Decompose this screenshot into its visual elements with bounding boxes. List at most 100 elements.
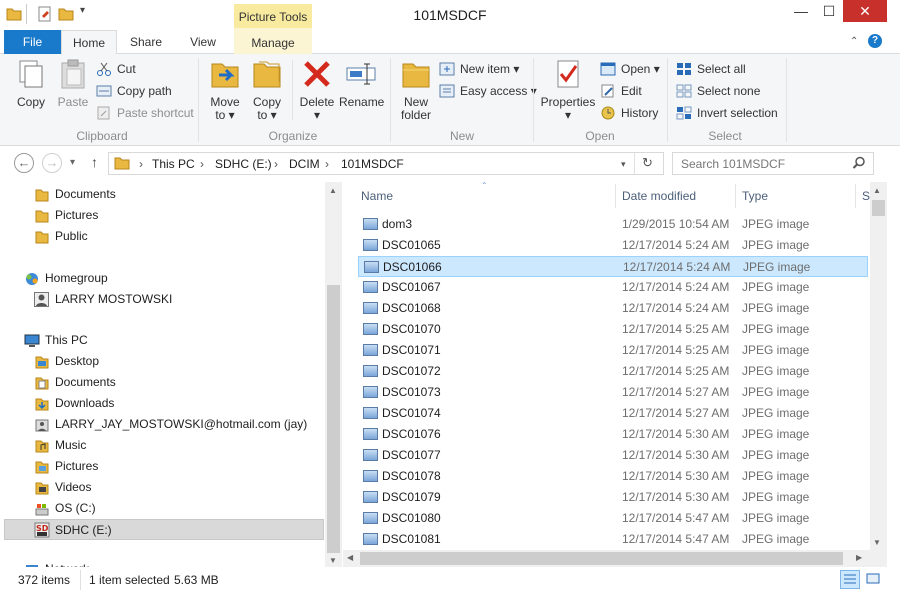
table-row[interactable]: DSC01080 12/17/2014 5:47 AM JPEG image (358, 508, 868, 529)
details-view-button[interactable] (840, 570, 860, 589)
table-row[interactable]: DSC01074 12/17/2014 5:27 AM JPEG image (358, 403, 868, 424)
up-button[interactable]: ↑ (91, 154, 98, 170)
table-row[interactable]: DSC01072 12/17/2014 5:25 AM JPEG image (358, 361, 868, 382)
invert-selection-button[interactable]: Invert selection (676, 104, 778, 124)
nav-item-documents[interactable]: Documents (0, 184, 325, 205)
details-view-icon (844, 574, 856, 584)
history-button[interactable]: History (600, 104, 658, 124)
scroll-right-arrow[interactable]: ▶ (856, 553, 862, 562)
scroll-up-arrow[interactable]: ▲ (329, 186, 337, 195)
tab-file[interactable]: File (4, 30, 61, 54)
nav-item-pictures-pc[interactable]: Pictures (0, 456, 325, 477)
table-row[interactable]: DSC01068 12/17/2014 5:24 AM JPEG image (358, 298, 868, 319)
scroll-left-arrow[interactable]: ◀ (347, 553, 353, 562)
edit-button[interactable]: Edit (600, 82, 642, 102)
scroll-down-arrow[interactable]: ▼ (873, 538, 881, 547)
easy-access-button[interactable]: Easy access ▾ (439, 82, 537, 102)
nav-scrollbar-thumb[interactable] (327, 285, 340, 553)
nav-item-larry-mostowski[interactable]: LARRY MOSTOWSKI (0, 289, 325, 310)
column-divider[interactable] (855, 184, 856, 208)
nav-item-desktop[interactable]: Desktop (0, 351, 325, 372)
search-icon[interactable] (852, 156, 866, 173)
scroll-down-arrow[interactable]: ▼ (329, 556, 337, 565)
nav-item-pictures[interactable]: Pictures (0, 205, 325, 226)
nav-item-homegroup[interactable]: Homegroup (0, 268, 325, 289)
close-button[interactable]: ✕ (843, 0, 887, 22)
table-row[interactable]: DSC01067 12/17/2014 5:24 AM JPEG image (358, 277, 868, 298)
paste-shortcut-button[interactable]: Paste shortcut (96, 104, 194, 124)
column-header-type[interactable]: Type (742, 189, 768, 203)
copy-path-button[interactable]: Copy path (96, 82, 172, 102)
nav-item-os-c[interactable]: OS (C:) (0, 498, 325, 519)
breadcrumb-separator[interactable]: › (200, 157, 204, 171)
table-row[interactable]: DSC01066 12/17/2014 5:24 AM JPEG image (358, 256, 868, 277)
file-list-scrollbar-thumb[interactable] (872, 200, 885, 216)
breadcrumb-dcim[interactable]: DCIM (289, 157, 320, 171)
new-item-button[interactable]: New item ▾ (439, 60, 519, 80)
copy-to-button[interactable]: Copy to ▾ (247, 58, 287, 122)
nav-item-label: LARRY_JAY_MOSTOWSKI@hotmail.com (jay) (55, 417, 308, 431)
horizontal-scrollbar-thumb[interactable] (360, 552, 843, 565)
nav-item-videos[interactable]: Videos (0, 477, 325, 498)
nav-item-music[interactable]: Music (0, 435, 325, 456)
column-divider[interactable] (735, 184, 736, 208)
rename-button[interactable]: Rename (339, 58, 384, 109)
breadcrumb-separator[interactable]: › (139, 157, 143, 171)
table-row[interactable]: DSC01077 12/17/2014 5:30 AM JPEG image (358, 445, 868, 466)
column-header-name[interactable]: Name (361, 189, 393, 203)
table-row[interactable]: DSC01081 12/17/2014 5:47 AM JPEG image (358, 529, 868, 550)
large-icons-view-button[interactable] (864, 570, 884, 589)
table-row[interactable]: DSC01076 12/17/2014 5:30 AM JPEG image (358, 424, 868, 445)
properties-button[interactable]: Properties ▾ (539, 58, 597, 122)
nav-item-sdhc-e[interactable]: SD SDHC (E:) (4, 519, 324, 540)
paste-button[interactable]: Paste (54, 58, 92, 109)
file-list-scrollbar[interactable] (870, 182, 887, 550)
select-all-button[interactable]: Select all (676, 60, 746, 80)
open-button[interactable]: Open ▾ (600, 60, 660, 80)
cut-button[interactable]: Cut (96, 60, 136, 80)
table-row[interactable]: DSC01073 12/17/2014 5:27 AM JPEG image (358, 382, 868, 403)
tab-share[interactable]: Share (122, 30, 170, 54)
back-button[interactable]: ← (14, 153, 34, 173)
tab-manage[interactable]: Manage (236, 31, 310, 55)
refresh-icon[interactable]: ↻ (642, 155, 653, 171)
new-folder-button[interactable]: New folder (396, 58, 436, 122)
nav-item-this-pc[interactable]: This PC (0, 330, 325, 351)
select-none-button[interactable]: Select none (676, 82, 760, 102)
table-row[interactable]: DSC01070 12/17/2014 5:25 AM JPEG image (358, 319, 868, 340)
tab-home[interactable]: Home (61, 30, 117, 55)
table-row[interactable]: DSC01078 12/17/2014 5:30 AM JPEG image (358, 466, 868, 487)
table-row[interactable]: DSC01065 12/17/2014 5:24 AM JPEG image (358, 235, 868, 256)
column-header-size[interactable]: S (862, 189, 870, 203)
item-count: 372 items (18, 573, 71, 587)
address-dropdown-icon[interactable]: ▾ (621, 159, 626, 170)
breadcrumb-sdhc[interactable]: SDHC (E:) (215, 157, 272, 171)
breadcrumb-separator[interactable]: › (325, 157, 329, 171)
recent-locations-icon[interactable]: ▾ (70, 157, 75, 168)
collapse-ribbon-icon[interactable]: ⌃ (850, 36, 858, 47)
breadcrumb-101msdcf[interactable]: 101MSDCF (341, 157, 404, 171)
copy-button[interactable]: Copy (12, 58, 50, 109)
nav-item-network[interactable]: Network (0, 559, 325, 567)
maximize-button[interactable]: ☐ (815, 0, 843, 22)
breadcrumb-separator[interactable]: › (274, 157, 278, 171)
delete-button[interactable]: Delete ▾ (297, 58, 337, 122)
nav-item-public[interactable]: Public (0, 226, 325, 247)
jpeg-image-icon (363, 512, 378, 524)
nav-item-downloads[interactable]: Downloads (0, 393, 325, 414)
nav-item-onedrive-account[interactable]: LARRY_JAY_MOSTOWSKI@hotmail.com (jay) (0, 414, 325, 435)
column-header-date-modified[interactable]: Date modified (622, 189, 696, 203)
breadcrumb-this-pc[interactable]: This PC (152, 157, 195, 171)
tab-view[interactable]: View (178, 30, 228, 54)
scroll-up-arrow[interactable]: ▲ (873, 186, 881, 195)
help-icon[interactable]: ? (868, 34, 882, 48)
table-row[interactable]: DSC01079 12/17/2014 5:30 AM JPEG image (358, 487, 868, 508)
table-row[interactable]: dom3 1/29/2015 10:54 AM JPEG image (358, 214, 868, 235)
scissors-icon (96, 62, 112, 76)
table-row[interactable]: DSC01071 12/17/2014 5:25 AM JPEG image (358, 340, 868, 361)
forward-button[interactable]: → (42, 153, 62, 173)
minimize-button[interactable]: — (787, 0, 815, 22)
column-divider[interactable] (615, 184, 616, 208)
nav-item-documents-pc[interactable]: Documents (0, 372, 325, 393)
move-to-button[interactable]: Move to ▾ (205, 58, 245, 122)
